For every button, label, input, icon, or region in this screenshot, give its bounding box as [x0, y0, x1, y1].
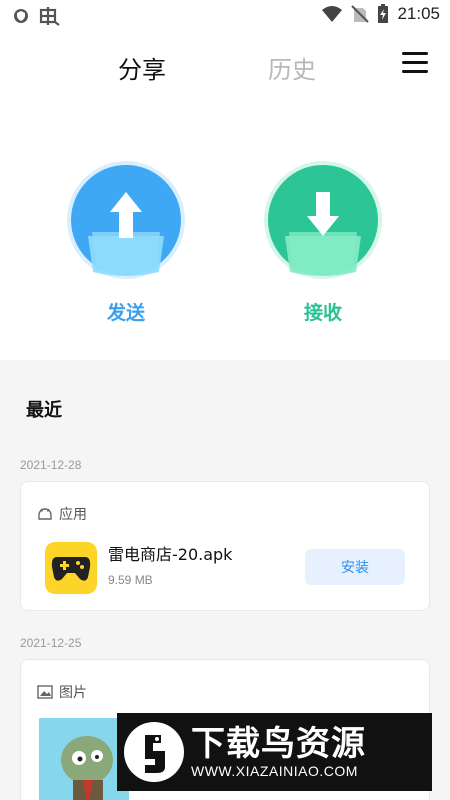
no-sim-icon [351, 5, 370, 23]
send-button[interactable]: 发送 [66, 160, 186, 325]
receive-label: 接收 [303, 302, 342, 324]
install-button[interactable]: 安装 [305, 549, 405, 585]
category-label: 应用 [59, 507, 87, 523]
file-size: 9.59 MB [108, 573, 153, 587]
download-folder-icon [264, 161, 382, 279]
card-category: 图片 [37, 682, 87, 702]
bug-icon [39, 7, 60, 26]
watermark-banner: 下载鸟资源 WWW.XIAZAINIAO.COM [117, 713, 432, 791]
hamburger-menu-icon[interactable] [402, 52, 428, 74]
tab-history[interactable]: 历史 [268, 50, 316, 85]
category-label: 图片 [59, 685, 87, 701]
android-icon [38, 508, 52, 520]
share-actions: 发送 接收 [0, 160, 450, 350]
tab-share[interactable]: 分享 [118, 50, 166, 85]
recent-card-apps: 应用 雷电商店-20.apk 9.59 MB 安装 [20, 481, 430, 611]
top-header: 分享 历史 [0, 32, 450, 98]
recent-title: 最近 [26, 400, 62, 421]
receive-button[interactable]: 接收 [263, 160, 383, 325]
send-label: 发送 [106, 302, 145, 324]
watermark-url: WWW.XIAZAINIAO.COM [191, 763, 358, 779]
card-category: 应用 [37, 504, 87, 524]
bird-logo-icon [124, 722, 184, 782]
status-bar: 21:05 [0, 0, 450, 32]
upload-folder-icon [67, 161, 185, 279]
watermark-title: 下载鸟资源 [191, 724, 366, 764]
group-date: 2021-12-25 [20, 636, 82, 650]
image-icon [37, 685, 53, 699]
battery-charging-icon [378, 4, 389, 23]
image-thumbnail[interactable] [39, 718, 129, 800]
gamepad-app-icon [45, 542, 97, 594]
file-name: 雷电商店-20.apk [108, 545, 233, 564]
shield-icon [14, 9, 28, 23]
status-time: 21:05 [397, 4, 440, 23]
group-date: 2021-12-28 [20, 458, 82, 472]
wifi-icon [322, 6, 343, 22]
